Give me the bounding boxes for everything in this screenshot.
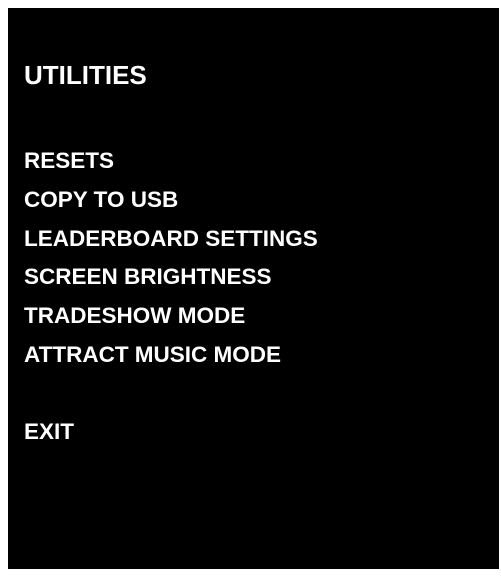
utilities-menu: RESETS COPY TO USB LEADERBOARD SETTINGS … [24, 142, 318, 375]
menu-item-leaderboard-settings[interactable]: LEADERBOARD SETTINGS [24, 220, 318, 259]
utilities-screen: UTILITIES RESETS COPY TO USB LEADERBOARD… [8, 8, 499, 569]
menu-item-copy-to-usb[interactable]: COPY TO USB [24, 181, 318, 220]
menu-item-screen-brightness[interactable]: SCREEN BRIGHTNESS [24, 258, 318, 297]
exit-menu-item[interactable]: EXIT [24, 413, 74, 452]
menu-item-attract-music-mode[interactable]: ATTRACT MUSIC MODE [24, 336, 318, 375]
menu-item-tradeshow-mode[interactable]: TRADESHOW MODE [24, 297, 318, 336]
menu-item-resets[interactable]: RESETS [24, 142, 318, 181]
page-title: UTILITIES [24, 60, 147, 90]
